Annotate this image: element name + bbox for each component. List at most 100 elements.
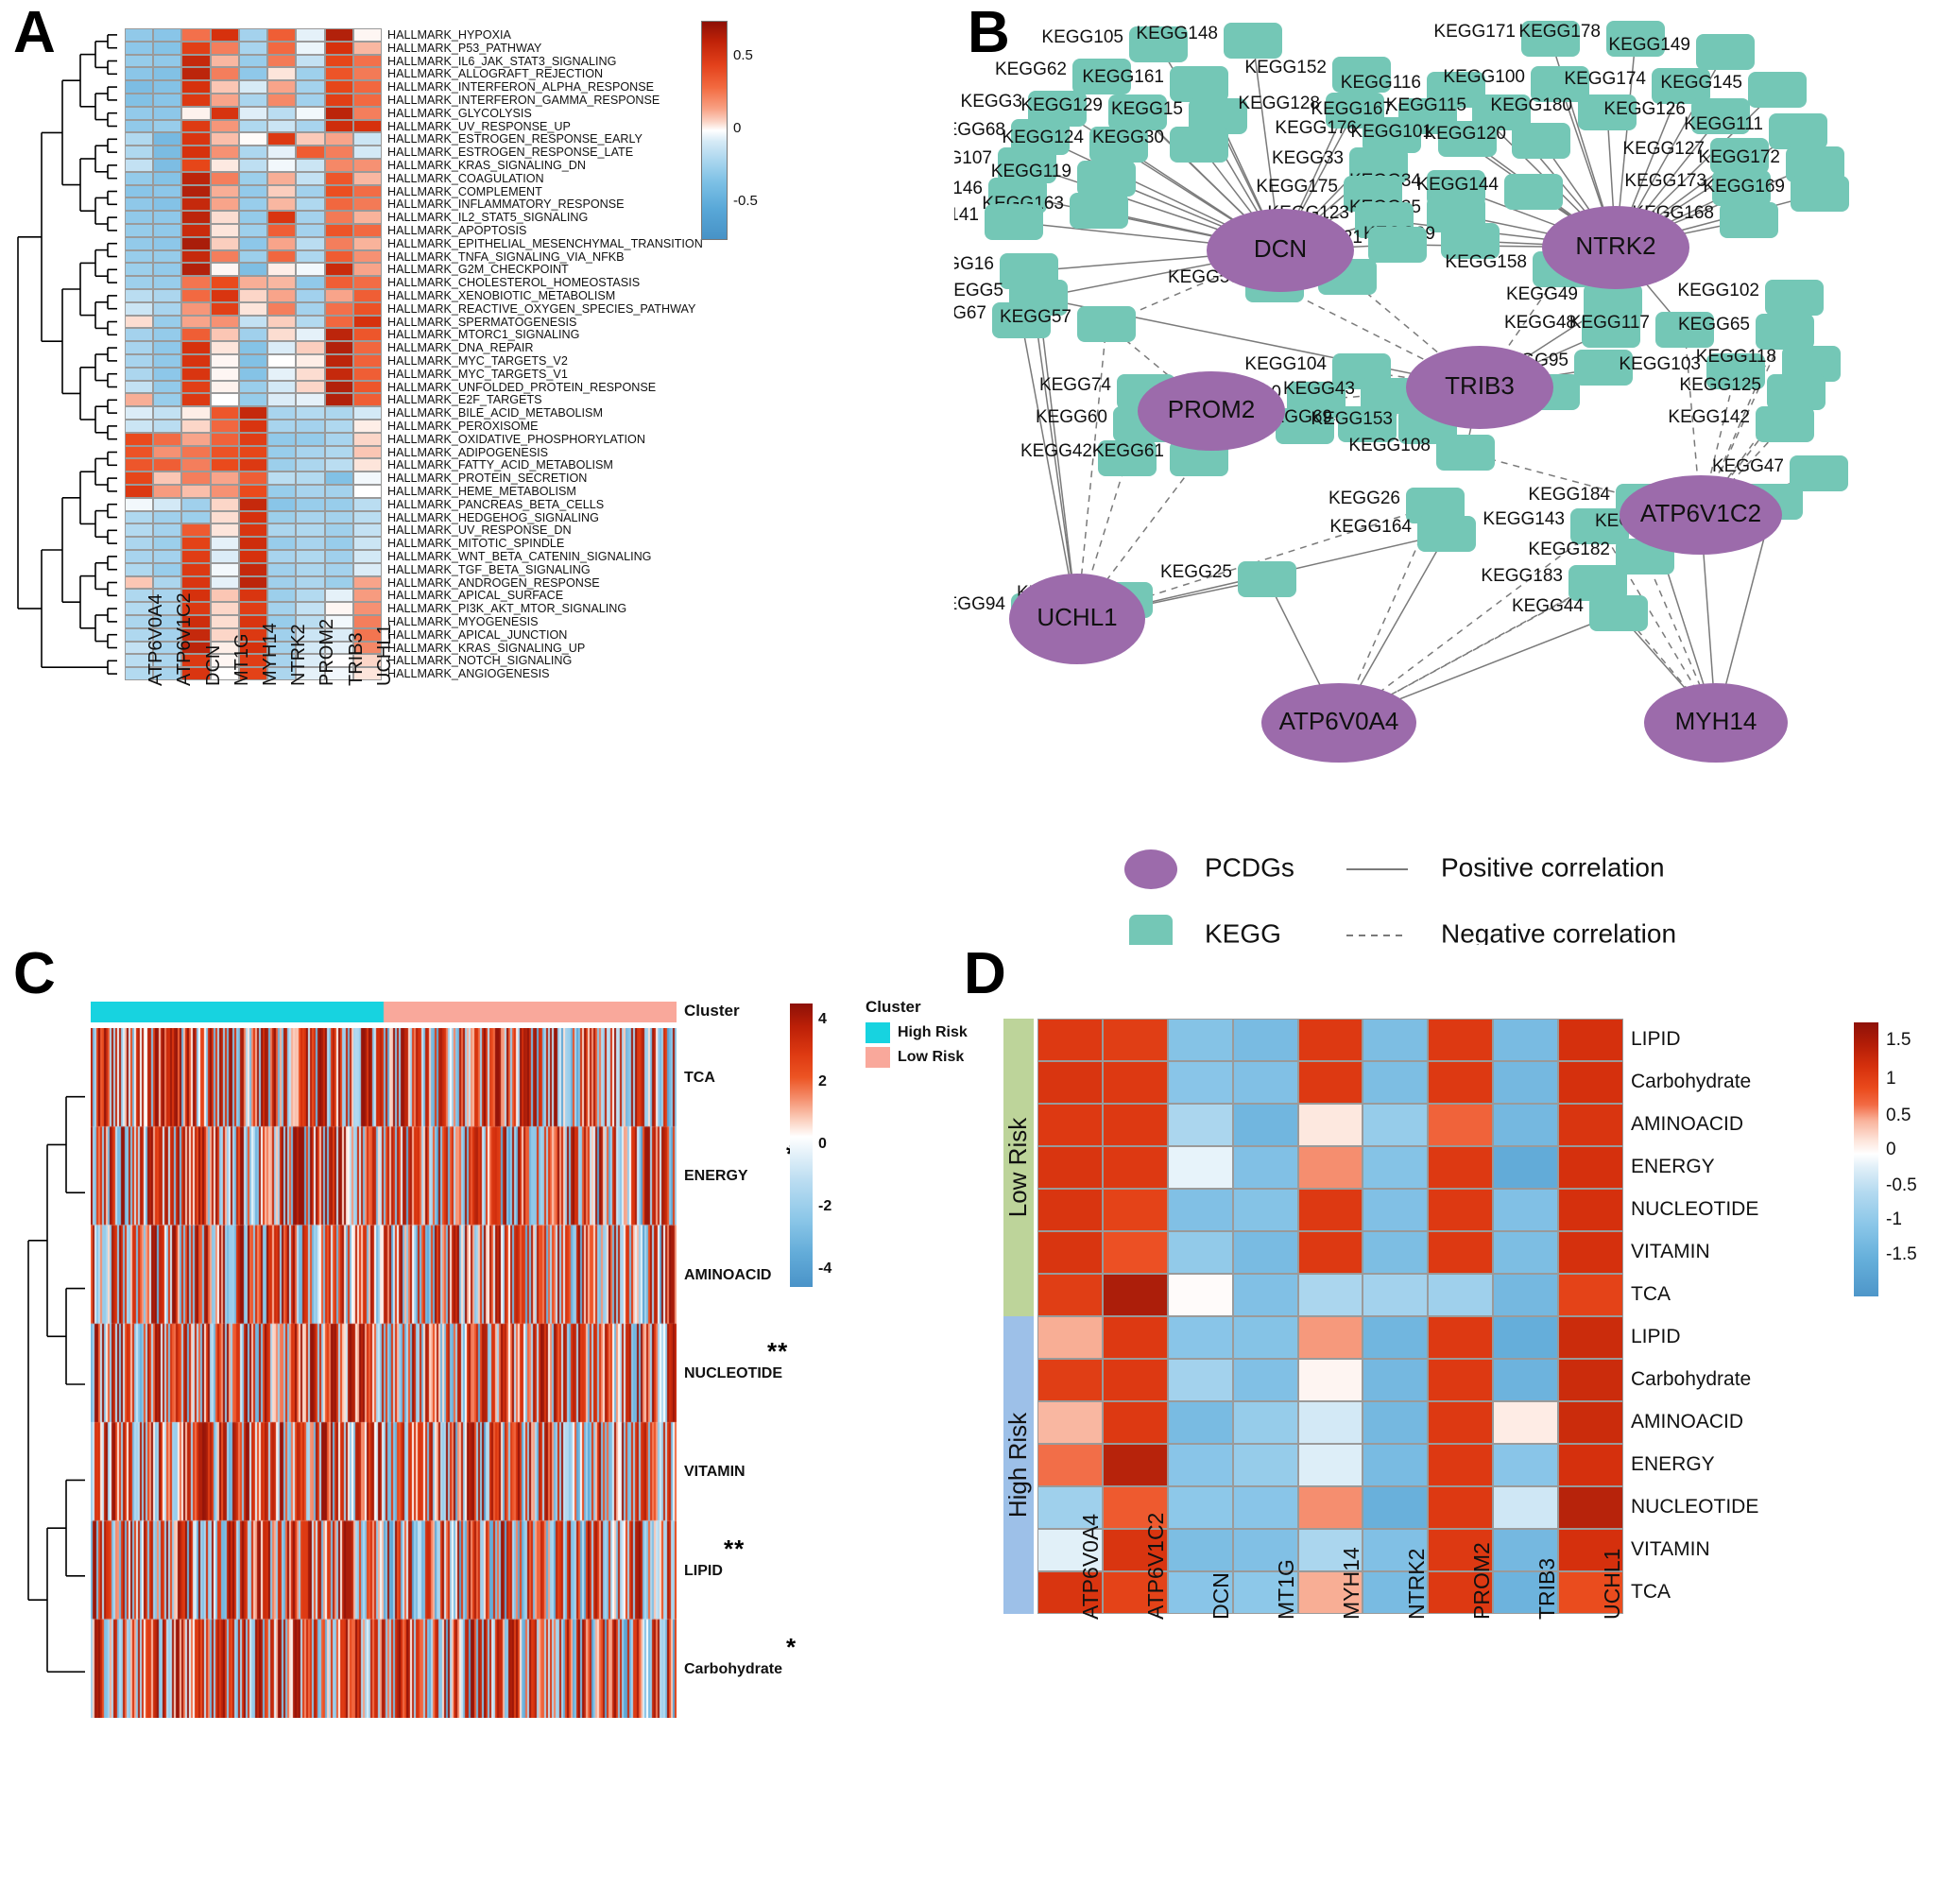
kegg-node-label: KEGG161: [1082, 67, 1164, 87]
panel-a-heatmap-cell: [296, 249, 325, 264]
panel-a-heatmap-cell: [125, 485, 154, 498]
kegg-node[interactable]: [1170, 66, 1228, 102]
panel-a-heatmap-cell: [125, 67, 154, 81]
kegg-node[interactable]: [1791, 176, 1849, 212]
panel-a-heatmap-cell: [181, 575, 211, 590]
kegg-node[interactable]: [1238, 561, 1296, 597]
kegg-node[interactable]: [1077, 306, 1136, 342]
kegg-node[interactable]: [1767, 374, 1826, 410]
panel-d-heatmap-cell: [1037, 1401, 1103, 1444]
panel-a-heatmap-cell: [210, 132, 239, 146]
panel-a-heatmap-cell: [238, 406, 268, 420]
kegg-node-label: KEGG143: [1483, 509, 1565, 529]
panel-a-heatmap-cell: [153, 159, 182, 172]
panel-d-column-label: TRIB3: [1534, 1557, 1559, 1620]
kegg-node-label: KEGG174: [1564, 69, 1646, 89]
panel-a-heatmap-cell: [238, 94, 268, 107]
panel-d-heatmap-cell: [1102, 1146, 1168, 1189]
panel-d-heatmap-cell: [1037, 1146, 1103, 1189]
panel-a-heatmap-cell: [324, 41, 353, 55]
kegg-node[interactable]: [1748, 72, 1807, 108]
panel-a-heatmap-cell: [125, 54, 154, 68]
panel-d-heatmap-cell: [1493, 1061, 1559, 1104]
panel-a-heatmap-cell: [125, 523, 154, 538]
panel-a-heatmap-cell: [181, 393, 211, 407]
kegg-node[interactable]: [1769, 113, 1827, 149]
panel-a-column-label: MT1G: [231, 633, 252, 686]
panel-a-heatmap-cell: [324, 406, 353, 420]
panel-d-colorbar-tick: -1: [1886, 1209, 1902, 1230]
panel-a-heatmap-cell: [296, 420, 325, 433]
kegg-node[interactable]: [1368, 227, 1427, 263]
panel-d-heatmap-cell: [1167, 1019, 1233, 1061]
panel-a-heatmap-cell: [267, 224, 297, 237]
kegg-node[interactable]: [1512, 123, 1570, 159]
panel-a-heatmap-cell: [352, 445, 382, 459]
panel-c-significance-mark: **: [767, 1337, 789, 1365]
panel-a-heatmap-cell: [238, 432, 268, 446]
panel-a-row-label: HALLMARK_UNFOLDED_PROTEIN_RESPONSE: [387, 380, 657, 394]
kegg-node[interactable]: [1224, 23, 1282, 59]
panel-a-heatmap-cell: [296, 354, 325, 368]
panel-a-heatmap-cell: [210, 537, 239, 550]
kegg-node[interactable]: [1720, 202, 1778, 238]
panel-d-colorbar-gradient: [1854, 1022, 1878, 1296]
panel-d-heatmap-cell: [1167, 1189, 1233, 1231]
panel-a-row-label: HALLMARK_G2M_CHECKPOINT: [387, 263, 569, 277]
panel-d-heatmap-cell: [1363, 1019, 1429, 1061]
kegg-node[interactable]: [1077, 161, 1136, 197]
kegg-node[interactable]: [1504, 174, 1563, 210]
panel-a-heatmap-cell: [181, 67, 211, 81]
panel-a-column-label: PROM2: [317, 618, 338, 686]
panel-a-heatmap-cell: [125, 497, 154, 511]
panel-a-row-label: HALLMARK_HEDGEHOG_SIGNALING: [387, 510, 599, 524]
panel-d-row-label: NUCLEOTIDE: [1631, 1495, 1759, 1518]
panel-a-heatmap-cell: [296, 589, 325, 603]
panel-d-heatmap-cell: [1428, 1444, 1494, 1486]
panel-d-colorbar-tick: -0.5: [1886, 1175, 1917, 1195]
panel-a-heatmap-cell: [181, 211, 211, 224]
panel-a-heatmap-cell: [181, 550, 211, 563]
panel-d-heatmap-cell: [1232, 1444, 1298, 1486]
panel-a-heatmap-cell: [125, 249, 154, 264]
kegg-node[interactable]: [1417, 516, 1476, 552]
panel-a-row-label: HALLMARK_ESTROGEN_RESPONSE_EARLY: [387, 132, 643, 146]
kegg-node[interactable]: [985, 204, 1043, 240]
panel-d-column-label: NTRK2: [1403, 1548, 1429, 1620]
panel-a-heatmap-cell: [352, 54, 382, 68]
panel-a-heatmap-cell: [181, 562, 211, 576]
panel-a-heatmap-cell: [296, 562, 325, 576]
panel-a-row-label: HALLMARK_DNA_REPAIR: [387, 341, 534, 355]
panel-a-heatmap-cell: [267, 67, 297, 81]
kegg-node[interactable]: [1070, 193, 1128, 229]
kegg-node[interactable]: [1696, 34, 1755, 70]
kegg-node[interactable]: [1756, 406, 1814, 442]
panel-a-heatmap-cell: [238, 289, 268, 302]
panel-a-heatmap-cell: [352, 485, 382, 498]
panel-a-heatmap-cell: [181, 146, 211, 159]
kegg-node[interactable]: [1756, 314, 1814, 350]
panel-c-colorbar: 4 2 0 -2 -4: [790, 1003, 847, 1315]
panel-a-heatmap-cell: [267, 445, 297, 459]
panel-a-heatmap-cell: [181, 236, 211, 250]
panel-b-network-graph: KEGG105 KEGG148 KEGG62 KEGG161 KEGG152 KEGG11…: [954, 21, 1849, 945]
kegg-node[interactable]: [1765, 280, 1824, 316]
kegg-node[interactable]: [1589, 595, 1648, 631]
panel-a-heatmap-cell: [324, 94, 353, 107]
panel-d-heatmap-cell: [1493, 1316, 1559, 1359]
kegg-node[interactable]: [1436, 435, 1495, 471]
panel-a-heatmap-cell: [238, 537, 268, 550]
panel-a-heatmap-cell: [210, 249, 239, 264]
panel-d-row-label: ENERGY: [1631, 1155, 1715, 1177]
panel-a-heatmap-cell: [296, 367, 325, 381]
panel-a-heatmap-cell: [125, 341, 154, 354]
panel-a-heatmap-grid: [125, 28, 382, 680]
panel-a-heatmap-cell: [181, 249, 211, 264]
panel-d-row-label: AMINOACID: [1631, 1112, 1744, 1135]
panel-a-heatmap-cell: [352, 224, 382, 237]
panel-a-heatmap-cell: [352, 80, 382, 94]
kegg-node-label: KEGG15: [1111, 99, 1183, 119]
panel-a-heatmap-cell: [267, 119, 297, 133]
panel-a-colorbar-tick: -0.5: [733, 193, 758, 210]
kegg-node[interactable]: [1170, 127, 1228, 163]
